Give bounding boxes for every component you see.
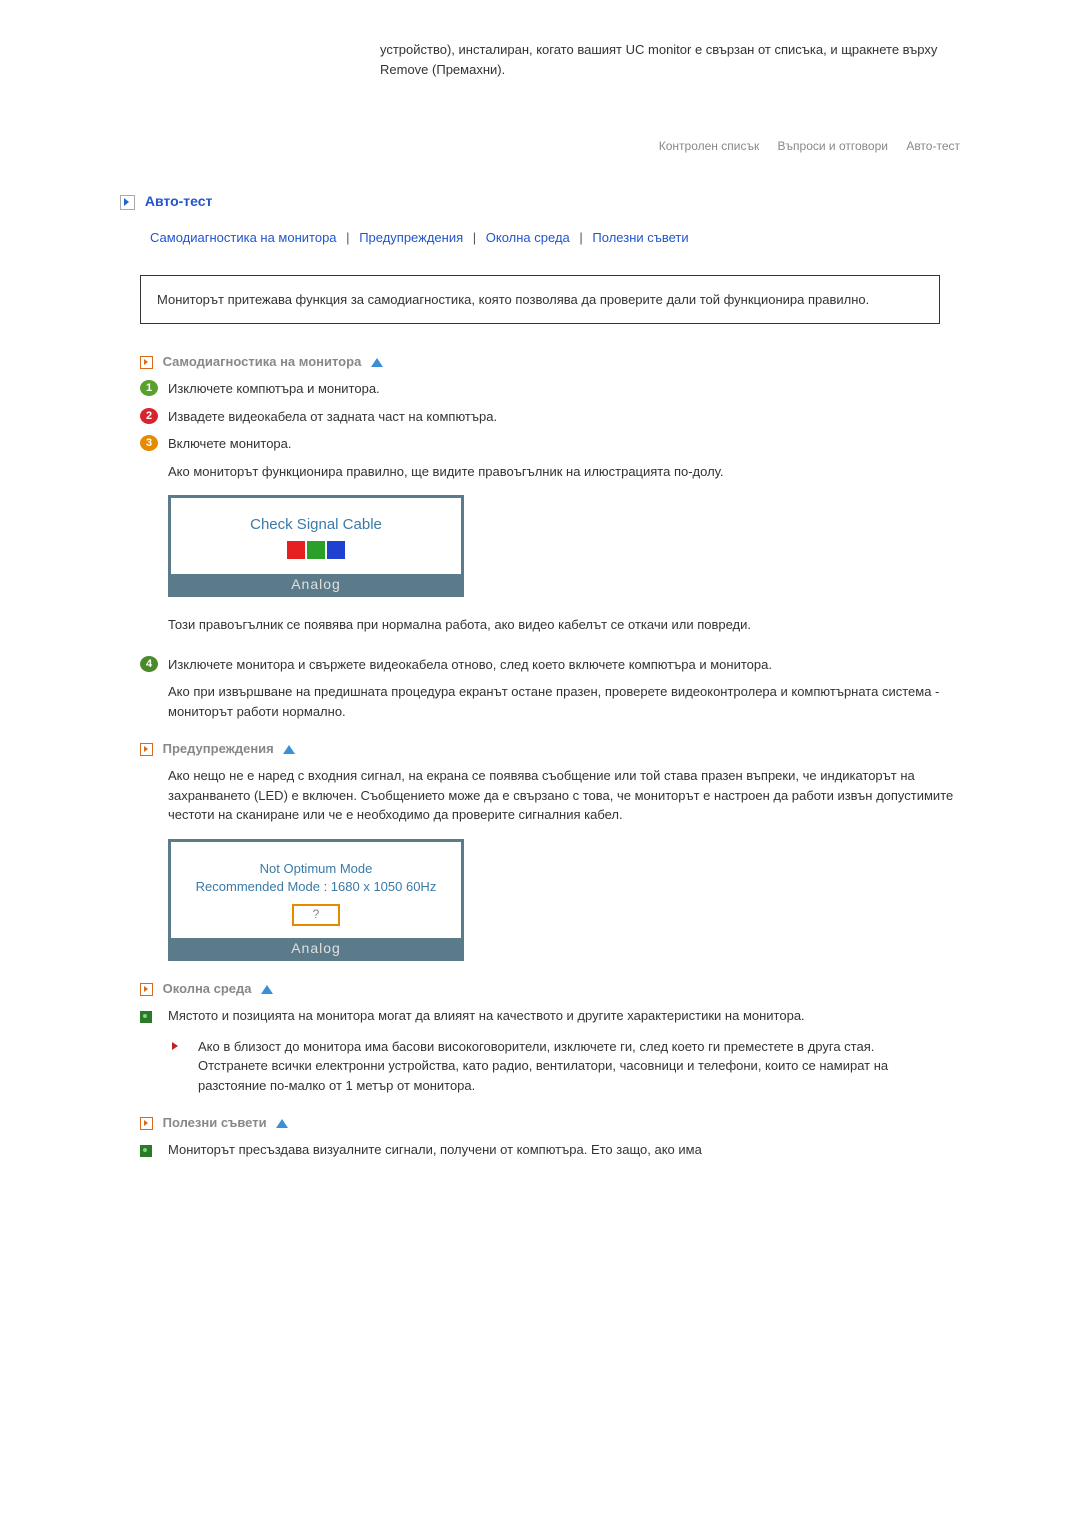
red-arrow-icon [172,1042,188,1050]
orange-arrow-icon [140,356,153,369]
step-row: 3 Включете монитора. [140,434,960,454]
step-text: Изключете монитора и свържете видеокабел… [168,655,960,675]
subhead-text: Предупреждения [163,741,274,756]
not-optimum-illustration: Not Optimum Mode Recommended Mode : 1680… [168,839,464,961]
top-nav: Контролен списък Въпроси и отговори Авто… [120,139,960,153]
bullet-text: Мястото и позицията на монитора могат да… [168,1006,805,1029]
up-triangle-icon[interactable] [371,358,383,367]
step-4-note: Ако при извършване на предишната процеду… [168,682,960,721]
not-optimum-line1: Not Optimum Mode [171,860,461,878]
step-text: Извадете видеокабела от задната част на … [168,407,960,427]
link-tips[interactable]: Полезни съвети [592,230,688,245]
warnings-paragraph: Ако нещо не е наред с входния сигнал, на… [168,766,960,825]
orange-arrow-icon [140,983,153,996]
analog-label: Analog [171,574,461,594]
step-text: Изключете компютъра и монитора. [168,379,960,399]
separator: | [473,230,476,245]
nav-selftest[interactable]: Авто-тест [906,139,960,153]
check-cable-illustration: Check Signal Cable Analog [168,495,464,597]
nav-faq[interactable]: Въпроси и отговори [778,139,888,153]
question-button: ? [292,904,340,926]
green-bullet-icon [140,1143,158,1163]
not-optimum-line2: Recommended Mode : 1680 x 1050 60Hz [171,878,461,896]
subhead-text: Самодиагностика на монитора [163,354,362,369]
info-box: Мониторът притежава функция за самодиагн… [140,275,940,325]
separator: | [346,230,349,245]
subhead-environment: Околна среда [140,981,960,996]
section-title: Авто-тест [120,193,960,210]
blue-square-icon [327,541,345,559]
step-number-3-icon: 3 [140,435,158,451]
red-square-icon [287,541,305,559]
bullet-item: Мониторът пресъздава визуалните сигнали,… [140,1140,960,1163]
orange-arrow-icon [140,1117,153,1130]
step-row: 2 Извадете видеокабела от задната част н… [140,407,960,427]
link-self-diag[interactable]: Самодиагностика на монитора [150,230,337,245]
up-triangle-icon[interactable] [261,985,273,994]
link-environment[interactable]: Околна среда [486,230,570,245]
subhead-tips: Полезни съвети [140,1115,960,1130]
intro-paragraph: устройство), инсталиран, когато вашият U… [380,40,960,79]
step-3-note: Ако мониторът функционира правилно, ще в… [168,462,960,482]
sub-bullet-item: Ако в близост до монитора има басови вис… [172,1037,960,1096]
up-triangle-icon[interactable] [276,1119,288,1128]
step-number-4-icon: 4 [140,656,158,672]
analog-label: Analog [171,938,461,958]
subhead-self-diag: Самодиагностика на монитора [140,354,960,369]
green-bullet-icon [140,1009,158,1029]
after-illustration-text: Този правоъгълник се появява при нормалн… [168,615,960,635]
sublinks: Самодиагностика на монитора | Предупрежд… [150,230,960,245]
sub-bullet-text: Ако в близост до монитора има басови вис… [198,1037,960,1096]
green-square-icon [307,541,325,559]
separator: | [579,230,582,245]
orange-arrow-icon [140,743,153,756]
step-number-1-icon: 1 [140,380,158,396]
subhead-text: Полезни съвети [163,1115,267,1130]
title-text: Авто-тест [145,193,213,209]
step-text: Включете монитора. [168,434,960,454]
step-number-2-icon: 2 [140,408,158,424]
step-row: 4 Изключете монитора и свържете видеокаб… [140,655,960,675]
nav-checklist[interactable]: Контролен списък [659,139,759,153]
check-cable-text: Check Signal Cable [171,516,461,533]
arrow-square-icon [120,195,135,210]
subhead-text: Околна среда [163,981,252,996]
bullet-text: Мониторът пресъздава визуалните сигнали,… [168,1140,702,1163]
step-row: 1 Изключете компютъра и монитора. [140,379,960,399]
bullet-item: Мястото и позицията на монитора могат да… [140,1006,960,1029]
subhead-warnings: Предупреждения [140,741,960,756]
up-triangle-icon[interactable] [283,745,295,754]
link-warnings[interactable]: Предупреждения [359,230,463,245]
